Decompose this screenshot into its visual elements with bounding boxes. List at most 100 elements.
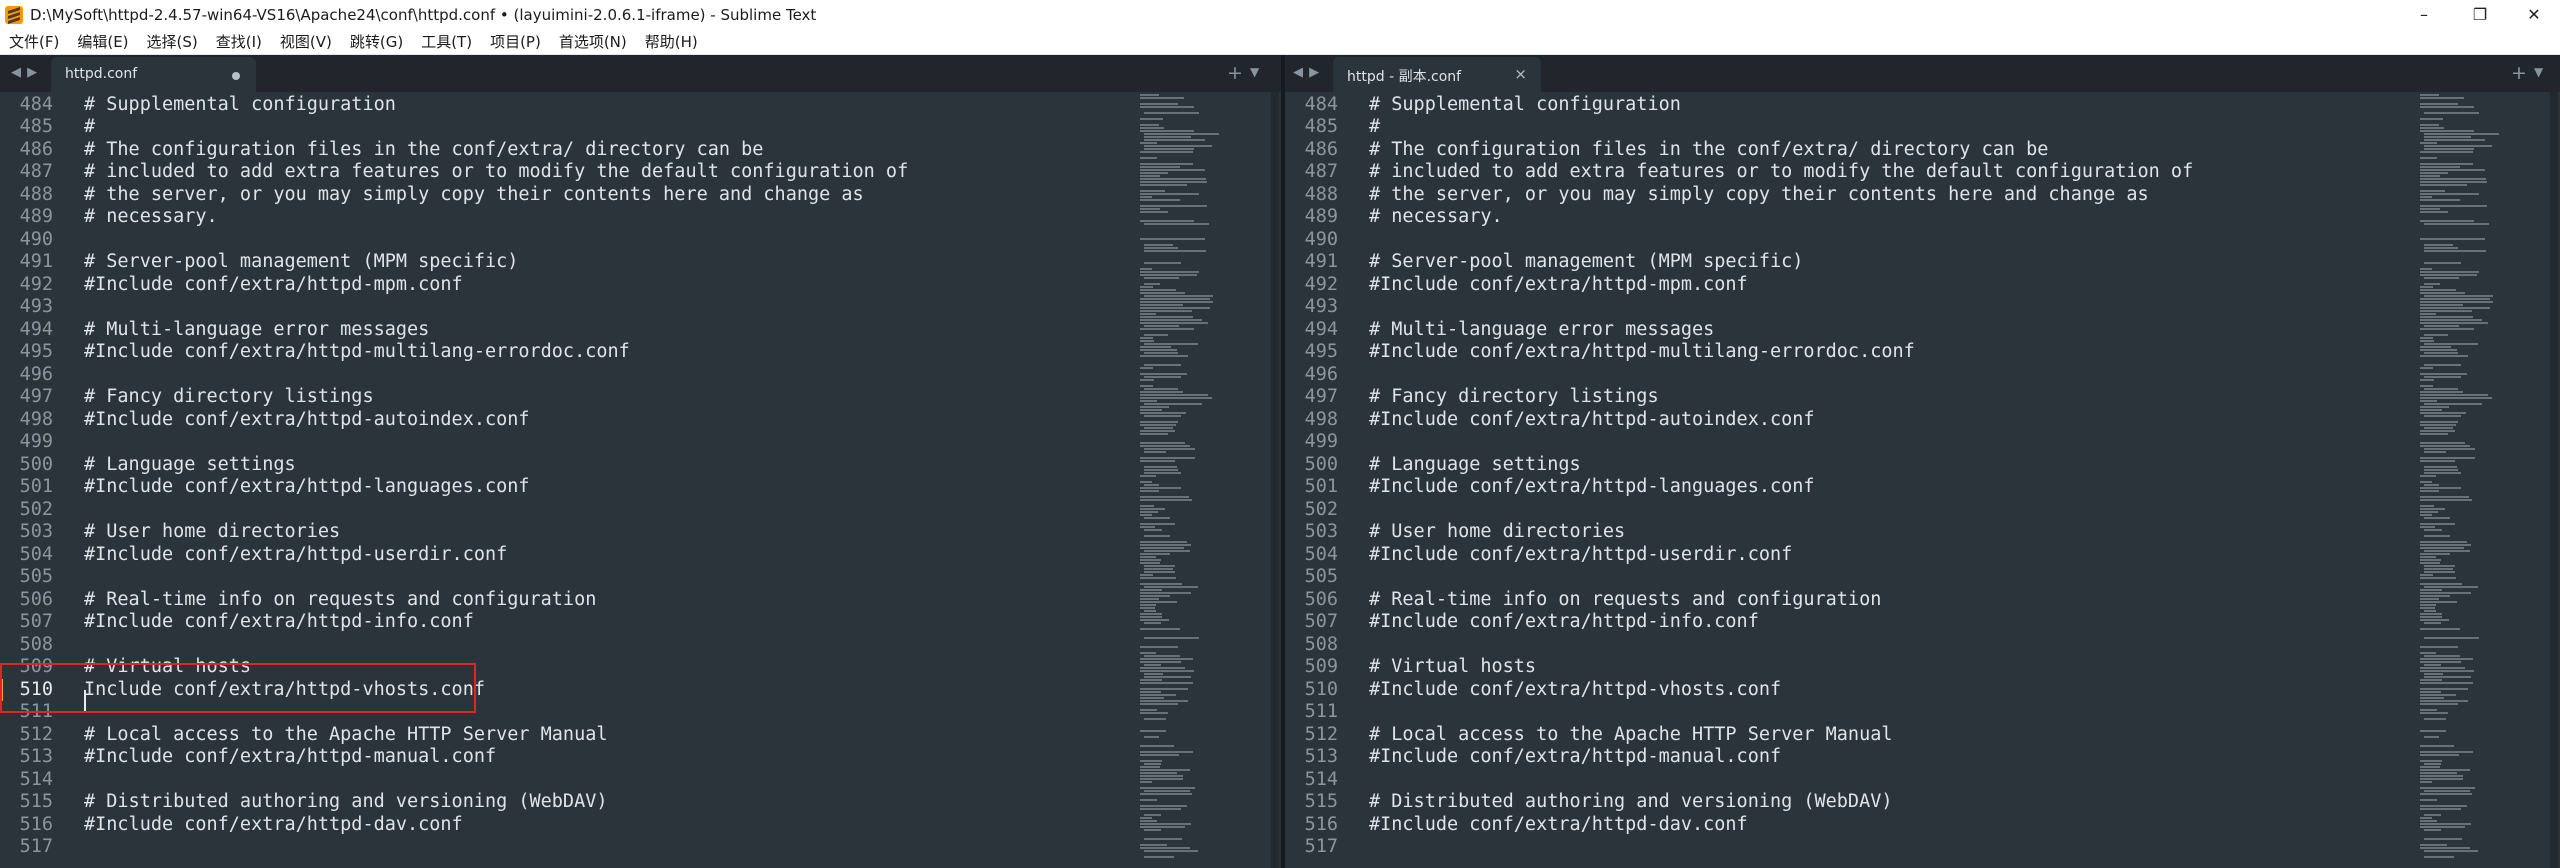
- code-line[interactable]: 513 #Include conf/extra/httpd-manual.conf: [0, 746, 1281, 769]
- code-line[interactable]: 503 # User home directories: [1285, 521, 2560, 544]
- minimap-line: [1140, 349, 1177, 351]
- tab-menu-icon[interactable]: ▼: [1250, 65, 1259, 79]
- code-line[interactable]: 515 # Distributed authoring and versionin…: [1285, 791, 2560, 814]
- right-editor-pane[interactable]: 484 # Supplemental configuration 485 #486 # …: [1285, 92, 2560, 868]
- code-line[interactable]: 514: [1285, 769, 2560, 792]
- code-line[interactable]: 516 #Include conf/extra/httpd-dav.conf: [0, 814, 1281, 837]
- code-line[interactable]: 503 # User home directories: [0, 521, 1281, 544]
- code-line[interactable]: 515 # Distributed authoring and versionin…: [0, 791, 1281, 814]
- menu-goto[interactable]: 跳转(G): [350, 31, 403, 52]
- close-window-button[interactable]: ✕: [2506, 0, 2560, 29]
- new-tab-icon[interactable]: +: [1227, 62, 1243, 84]
- code-line[interactable]: 493: [1285, 296, 2560, 319]
- code-line[interactable]: 488 # the server, or you may simply copy …: [0, 184, 1281, 207]
- minimap[interactable]: [2420, 92, 2508, 868]
- code-line[interactable]: 489 # necessary.: [0, 206, 1281, 229]
- code-line[interactable]: 495 #Include conf/extra/httpd-multilang-e…: [0, 341, 1281, 364]
- restore-button[interactable]: ❐: [2452, 0, 2508, 29]
- vertical-scrollbar[interactable]: [2550, 92, 2558, 868]
- menu-help[interactable]: 帮助(H): [645, 31, 698, 52]
- menu-selection[interactable]: 选择(S): [147, 31, 198, 52]
- code-line[interactable]: 506 # Real-time info on requests and conf…: [1285, 589, 2560, 612]
- left-editor-pane[interactable]: 484 # Supplemental configuration 485 #486 # …: [0, 92, 1281, 868]
- code-line[interactable]: 517: [0, 836, 1281, 859]
- code-line[interactable]: 504 #Include conf/extra/httpd-userdir.con…: [1285, 544, 2560, 567]
- minimize-button[interactable]: –: [2396, 0, 2452, 29]
- code-line[interactable]: 510 #Include conf/extra/httpd-vhosts.conf: [1285, 679, 2560, 702]
- code-line[interactable]: 492 #Include conf/extra/httpd-mpm.conf: [1285, 274, 2560, 297]
- code-line[interactable]: 486 # The configuration files in the conf…: [1285, 139, 2560, 162]
- code-line[interactable]: 487 # included to add extra features or t…: [1285, 161, 2560, 184]
- code-line[interactable]: 517: [1285, 836, 2560, 859]
- code-line[interactable]: 492 #Include conf/extra/httpd-mpm.conf: [0, 274, 1281, 297]
- code-line[interactable]: 487 # included to add extra features or t…: [0, 161, 1281, 184]
- code-line[interactable]: 496: [0, 364, 1281, 387]
- code-line[interactable]: 486 # The configuration files in the conf…: [0, 139, 1281, 162]
- code-line[interactable]: 498 #Include conf/extra/httpd-autoindex.c…: [0, 409, 1281, 432]
- unsaved-dot-icon[interactable]: [232, 72, 240, 80]
- code-line[interactable]: 508: [0, 634, 1281, 657]
- minimap-line: [1140, 457, 1195, 459]
- menu-find[interactable]: 查找(I): [216, 31, 262, 52]
- menu-edit[interactable]: 编辑(E): [77, 31, 128, 52]
- menu-project[interactable]: 项目(P): [490, 31, 541, 52]
- menu-tools[interactable]: 工具(T): [421, 31, 472, 52]
- code-line[interactable]: 494 # Multi-language error messages: [1285, 319, 2560, 342]
- code-line[interactable]: 504 #Include conf/extra/httpd-userdir.con…: [0, 544, 1281, 567]
- tab-nav-arrows-icon[interactable]: ◀ ▶: [1293, 65, 1320, 80]
- code-line[interactable]: 498 #Include conf/extra/httpd-autoindex.c…: [1285, 409, 2560, 432]
- tab-close-icon[interactable]: ×: [1514, 65, 1527, 83]
- menu-preferences[interactable]: 首选项(N): [559, 31, 627, 52]
- code-line[interactable]: 505: [1285, 566, 2560, 589]
- menu-view[interactable]: 视图(V): [280, 31, 332, 52]
- code-line[interactable]: 491 # Server-pool management (MPM specifi…: [1285, 251, 2560, 274]
- code-line[interactable]: 508: [1285, 634, 2560, 657]
- minimap-line: [2420, 772, 2457, 774]
- code-line[interactable]: 502: [0, 499, 1281, 522]
- code-line[interactable]: 500 # Language settings: [1285, 454, 2560, 477]
- code-line[interactable]: 502: [1285, 499, 2560, 522]
- tab-nav-arrows-icon[interactable]: ◀ ▶: [11, 65, 38, 80]
- code-line[interactable]: 509 # Virtual hosts: [1285, 656, 2560, 679]
- code-line[interactable]: 499: [0, 431, 1281, 454]
- code-line[interactable]: 494 # Multi-language error messages: [0, 319, 1281, 342]
- code-line[interactable]: 496: [1285, 364, 2560, 387]
- vertical-scrollbar[interactable]: [1271, 92, 1279, 868]
- code-line[interactable]: 512 # Local access to the Apache HTTP Ser…: [0, 724, 1281, 747]
- code-line[interactable]: 488 # the server, or you may simply copy …: [1285, 184, 2560, 207]
- code-line[interactable]: 495 #Include conf/extra/httpd-multilang-e…: [1285, 341, 2560, 364]
- code-line[interactable]: 507 #Include conf/extra/httpd-info.conf: [1285, 611, 2560, 634]
- code-line[interactable]: 493: [0, 296, 1281, 319]
- code-line[interactable]: 497 # Fancy directory listings: [0, 386, 1281, 409]
- code-line[interactable]: 485 #: [0, 116, 1281, 139]
- code-line[interactable]: 484 # Supplemental configuration: [1285, 94, 2560, 117]
- minimap-line: [1140, 745, 1174, 747]
- tab-menu-icon[interactable]: ▼: [2534, 65, 2543, 79]
- code-line[interactable]: 500 # Language settings: [0, 454, 1281, 477]
- code-line[interactable]: 485 #: [1285, 116, 2560, 139]
- code-line[interactable]: 511: [1285, 701, 2560, 724]
- minimap[interactable]: [1140, 92, 1228, 868]
- code-line[interactable]: 491 # Server-pool management (MPM specifi…: [0, 251, 1281, 274]
- code-line[interactable]: 512 # Local access to the Apache HTTP Ser…: [1285, 724, 2560, 747]
- code-line[interactable]: 497 # Fancy directory listings: [1285, 386, 2560, 409]
- code-line[interactable]: 484 # Supplemental configuration: [0, 94, 1281, 117]
- code-line[interactable]: 489 # necessary.: [1285, 206, 2560, 229]
- code-line[interactable]: 505: [0, 566, 1281, 589]
- new-tab-icon[interactable]: +: [2511, 62, 2527, 84]
- code-line[interactable]: 516 #Include conf/extra/httpd-dav.conf: [1285, 814, 2560, 837]
- code-line[interactable]: 499: [1285, 431, 2560, 454]
- code-line[interactable]: 506 # Real-time info on requests and conf…: [0, 589, 1281, 612]
- code-line[interactable]: 514: [0, 769, 1281, 792]
- minimap-line: [2420, 196, 2432, 198]
- code-line[interactable]: 513 #Include conf/extra/httpd-manual.conf: [1285, 746, 2560, 769]
- code-line[interactable]: 490: [1285, 229, 2560, 252]
- code-line[interactable]: 501 #Include conf/extra/httpd-languages.c…: [0, 476, 1281, 499]
- code-line[interactable]: 490: [0, 229, 1281, 252]
- code-line[interactable]: 501 #Include conf/extra/httpd-languages.c…: [1285, 476, 2560, 499]
- tab-httpd-copy-conf[interactable]: httpd - 副本.conf ×: [1333, 57, 1541, 92]
- menu-file[interactable]: 文件(F): [9, 31, 59, 52]
- minimap-line: [1144, 850, 1198, 852]
- tab-httpd-conf[interactable]: httpd.conf: [51, 57, 256, 92]
- code-line[interactable]: 507 #Include conf/extra/httpd-info.conf: [0, 611, 1281, 634]
